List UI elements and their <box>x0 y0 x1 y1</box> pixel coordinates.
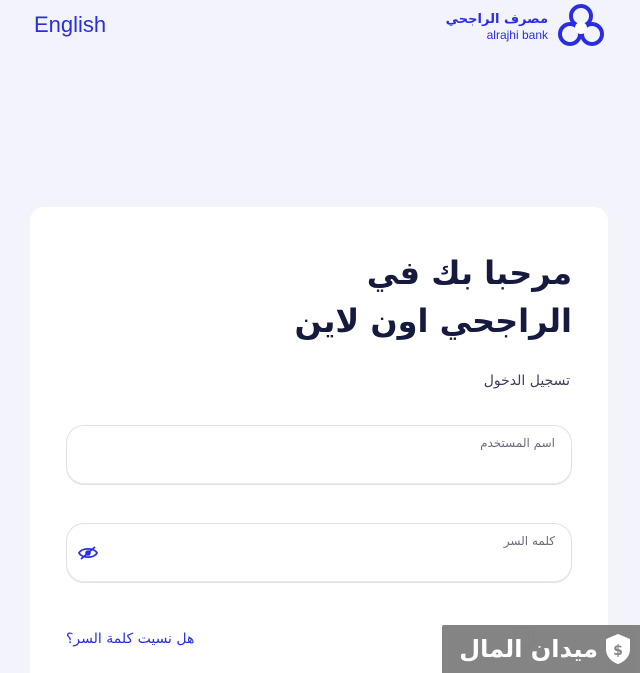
password-field[interactable]: كلمه السر <box>66 523 572 583</box>
login-section-label: تسجيل الدخول <box>483 373 570 389</box>
username-label: اسم المستخدم <box>480 436 555 450</box>
password-label: كلمه السر <box>503 534 555 548</box>
username-field[interactable]: اسم المستخدم <box>66 425 572 485</box>
watermark-overlay: ميدان المال $ <box>442 625 640 673</box>
logo-arabic-text: مصرف الراجحي <box>445 12 548 27</box>
watermark-text: ميدان المال <box>459 635 598 663</box>
alrajhi-logo-icon <box>558 4 604 46</box>
forgot-password-link[interactable]: هل نسيت كلمة السر؟ <box>66 631 194 647</box>
eye-slash-icon[interactable] <box>77 544 99 562</box>
welcome-heading: مرحبا بك في الراجحي اون لاين <box>172 249 572 345</box>
welcome-line-1: مرحبا بك في <box>366 254 572 292</box>
welcome-line-2: الراجحي اون لاين <box>294 302 572 340</box>
login-card: مرحبا بك في الراجحي اون لاين تسجيل الدخو… <box>30 207 608 673</box>
svg-text:$: $ <box>613 643 623 659</box>
logo-english-text: alrajhi bank <box>486 28 548 42</box>
money-shield-icon: $ <box>606 634 630 664</box>
username-input[interactable] <box>81 454 557 476</box>
alrajhi-logo[interactable]: مصرف الراجحي alrajhi bank <box>446 2 606 52</box>
logo-text: مصرف الراجحي alrajhi bank <box>446 12 548 42</box>
password-input[interactable] <box>81 552 557 574</box>
language-switch-link[interactable]: English <box>34 12 106 38</box>
